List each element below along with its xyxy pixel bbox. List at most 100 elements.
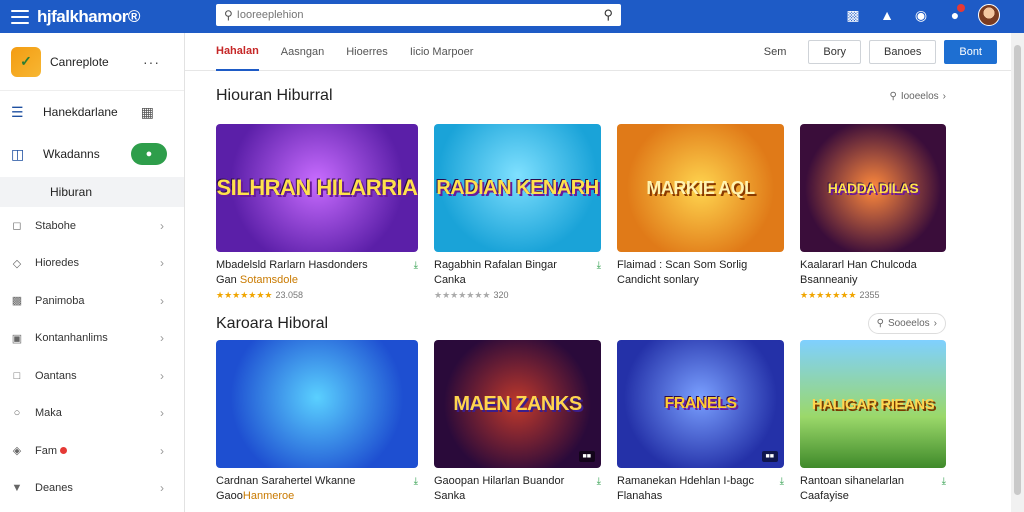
app-name: Canreplote: [50, 54, 109, 69]
chevron-right-icon: ›: [942, 90, 946, 102]
rating-stars: ★★★★★★★: [216, 290, 273, 300]
tab-hahalan[interactable]: Hahalan: [216, 33, 259, 71]
rating: ★★★★★★★ 23.058: [216, 290, 418, 301]
card-title: Rantoan sihanelarlan Caafayise ⤓: [800, 474, 946, 504]
chevron-right-icon: ›: [160, 406, 164, 421]
brand-logo[interactable]: hjfalkhamor®: [37, 7, 140, 27]
sidebar-item-oantans[interactable]: □ Oantans ›: [0, 357, 184, 395]
game-card[interactable]: HALIGAR RIEANS Rantoan sihanelarlan Caafa…: [800, 340, 946, 504]
download-icon[interactable]: ⤓: [414, 474, 418, 489]
game-thumbnail[interactable]: MARKIE AQL: [617, 124, 784, 252]
sidebar-app-header: ✓ Canreplote ···: [0, 33, 184, 91]
settings-icon[interactable]: ◉: [910, 4, 932, 26]
rating-stars: ★★★★★★★: [800, 290, 857, 300]
tab-aasngan[interactable]: Aasngan: [281, 33, 324, 71]
search-submit-icon[interactable]: ⚲: [603, 7, 613, 23]
avatar[interactable]: [978, 4, 1000, 26]
scrollbar[interactable]: [1011, 33, 1024, 512]
sidebar-item-text: Fam: [35, 444, 57, 457]
alert-icon[interactable]: ▲: [876, 4, 898, 26]
sidebar-item-label: Deanes: [35, 482, 73, 495]
game-thumbnail[interactable]: RADIAN KENARH: [434, 124, 601, 252]
see-all-label: Iooeelos: [900, 90, 939, 102]
more-options-icon[interactable]: ···: [143, 54, 160, 70]
see-all-link[interactable]: ⚲ Sooeelos ›: [867, 313, 946, 334]
card-subtitle: Sotamsdole: [239, 274, 298, 286]
game-thumbnail[interactable]: HALIGAR RIEANS: [800, 340, 946, 468]
card-title: Ragabhin Rafalan Bingar Canka ⤓: [434, 258, 601, 288]
card-title: Flaimad : Scan Som Sorlig Candicht sonlar…: [617, 258, 784, 288]
download-icon[interactable]: ⤓: [597, 258, 601, 273]
search-icon: ⚲: [889, 90, 897, 102]
game-thumbnail[interactable]: HADDA DILAS: [800, 124, 946, 252]
download-icon[interactable]: ⤓: [414, 258, 418, 273]
game-card[interactable]: MAEN ZANKS ■■ Gaoopan Hilarlan Buandor Sa…: [434, 340, 601, 504]
see-all-label: Sooeelos: [887, 318, 930, 329]
game-card[interactable]: RADIAN KENARH Ragabhin Rafalan Bingar Can…: [434, 124, 601, 301]
sidebar-item-maka[interactable]: ○ Maka ›: [0, 395, 184, 433]
notification-icon[interactable]: ●: [944, 4, 966, 26]
download-icon: ▼: [11, 482, 23, 495]
chevron-right-icon: ›: [160, 443, 164, 458]
app-logo-icon[interactable]: ✓: [11, 46, 41, 77]
sidebar-item-label: Kontanhanlims: [35, 332, 108, 345]
search-input[interactable]: [236, 9, 577, 21]
game-thumbnail[interactable]: [216, 340, 418, 468]
window-icon: ▣: [11, 332, 23, 345]
game-thumbnail[interactable]: SILHRAN HILARRIA: [216, 124, 418, 252]
chevron-right-icon: ›: [160, 256, 164, 271]
card-title: Kaalararl Han Chulcoda Bsanneaniy: [800, 258, 946, 288]
see-all-link[interactable]: ⚲ Iooeelos ›: [890, 91, 946, 102]
sem-link[interactable]: Sem: [764, 46, 787, 58]
sidebar-item-fam[interactable]: ◈ Fam ›: [0, 432, 184, 470]
game-card[interactable]: SILHRAN HILARRIA Mbadelsld Rarlarn Hasdo…: [216, 124, 418, 301]
sidebar-downloads-label: Wkadanns: [43, 147, 100, 161]
building-icon[interactable]: ▦: [141, 104, 154, 121]
game-thumbnail[interactable]: MAEN ZANKS ■■: [434, 340, 601, 468]
game-card[interactable]: HADDA DILAS Kaalararl Han Chulcoda Bsanne…: [800, 124, 946, 301]
sidebar-library-row[interactable]: ☰ Hanekdarlane ▦: [0, 91, 184, 133]
sidebar-downloads-row[interactable]: ◫ Wkadanns ●: [0, 133, 184, 175]
card-title: Mbadelsld Rarlarn Hasdonders Gan Sotamsdo…: [216, 258, 418, 288]
rating: ★★★★★★★ 320: [434, 290, 601, 301]
sidebar-item-label: Oantans: [35, 369, 77, 382]
sidebar: ✓ Canreplote ··· ☰ Hanekdarlane ▦ ◫ Wkad…: [0, 33, 185, 512]
stats-icon[interactable]: ▩: [842, 4, 864, 26]
sidebar-item-deanes[interactable]: ▼ Deanes ›: [0, 470, 184, 508]
tab-iicio-marpoer[interactable]: Iicio Marpoer: [410, 33, 474, 71]
search-bar[interactable]: ⚲ ⚲: [216, 4, 621, 26]
card-title: Gaoopan Hilarlan Buandor Sanka ⤓: [434, 474, 601, 504]
bont-button[interactable]: Bont: [944, 39, 997, 64]
sidebar-item-panimoba[interactable]: ▩ Panimoba ›: [0, 282, 184, 320]
sidebar-item-kontanhanlims[interactable]: ▣ Kontanhanlims ›: [0, 320, 184, 358]
tab-actions: Sem Bory Banoes Bont: [764, 39, 997, 64]
chat-toggle[interactable]: ●: [131, 143, 167, 165]
game-card[interactable]: MARKIE AQL Flaimad : Scan Som Sorlig Cand…: [617, 124, 784, 288]
thumbnail-title: HALIGAR RIEANS: [811, 395, 935, 413]
download-icon[interactable]: ⤓: [780, 474, 784, 489]
chevron-right-icon: ›: [160, 331, 164, 346]
main-content: Hahalan Aasngan Hioerres Iicio Marpoer S…: [185, 33, 1011, 512]
card-line2: Canka: [434, 274, 466, 286]
sidebar-item-label: Hioredes: [35, 257, 80, 270]
section-title: Hiouran Hiburral: [216, 87, 333, 104]
game-thumbnail[interactable]: FRANELS ■■: [617, 340, 784, 468]
tab-bar: Hahalan Aasngan Hioerres Iicio Marpoer S…: [185, 33, 1011, 71]
card-line2: Gan: [216, 274, 237, 286]
download-icon[interactable]: ⤓: [597, 474, 601, 489]
card-line2: Bsanneaniy: [800, 274, 858, 286]
sidebar-item-stabohe[interactable]: ◻ Stabohe ›: [0, 207, 184, 245]
bory-button[interactable]: Bory: [808, 39, 862, 64]
sidebar-item-hioredes[interactable]: ◇ Hioredes ›: [0, 245, 184, 283]
game-card[interactable]: FRANELS ■■ Ramanekan Hdehlan I-bagc Flana…: [617, 340, 784, 504]
game-card[interactable]: Cardnan Sarahertel Wkanne GaooHanmeroe ⤓: [216, 340, 418, 504]
banoes-button[interactable]: Banoes: [869, 39, 937, 64]
tab-hioerres[interactable]: Hioerres: [346, 33, 388, 71]
search-icon: ⚲: [224, 8, 233, 22]
download-icon[interactable]: ⤓: [942, 474, 946, 489]
card-subtitle: Hanmeroe: [242, 490, 295, 502]
sidebar-section-header: Hiburan: [0, 177, 184, 207]
hamburger-menu-icon[interactable]: [11, 9, 29, 24]
scrollbar-thumb[interactable]: [1014, 45, 1021, 495]
section-header-2: Karoara Hiboral ⚲ Sooeelos ›: [216, 313, 946, 334]
